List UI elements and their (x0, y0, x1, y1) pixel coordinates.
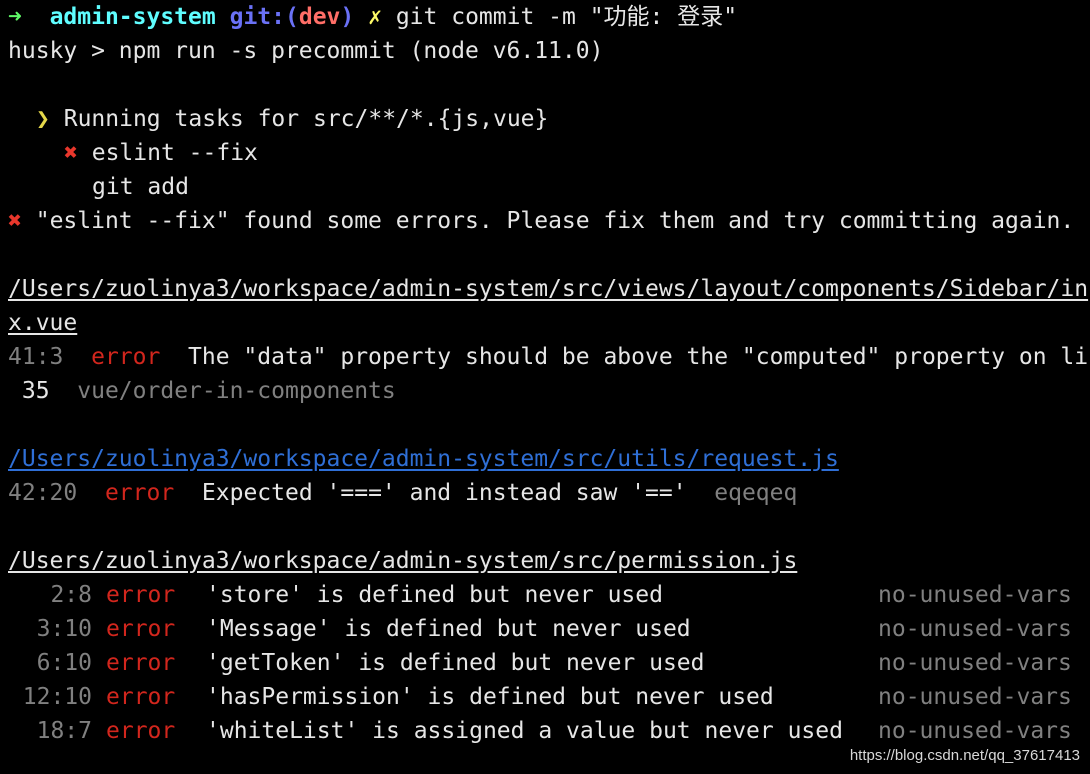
prompt-line: ➜ admin-system git:(dev) ✗ git commit -m… (8, 0, 1090, 34)
git-branch: dev (298, 4, 341, 30)
task-item-label: eslint --fix (91, 140, 258, 166)
file-path[interactable]: /Users/zuolinya3/workspace/admin-system/… (8, 544, 1090, 578)
prompt-arrow-icon: ➜ (8, 4, 22, 30)
error-rule: no-unused-vars (878, 650, 1072, 676)
lint-error-row: 42:20 error Expected '===' and instead s… (8, 476, 1090, 510)
summary-line: ✖ "eslint --fix" found some errors. Plea… (8, 204, 1090, 238)
error-rule: eqeqeq (714, 480, 798, 506)
error-line-continuation: 35 (21, 378, 50, 404)
fail-x-icon: ✖ (8, 208, 22, 234)
file-path-continued[interactable]: x.vue (8, 306, 1090, 340)
fail-x-icon: ✖ (64, 140, 78, 166)
error-message: 'Message' is defined but never used (206, 616, 691, 642)
error-severity: error (106, 650, 176, 676)
error-severity: error (104, 480, 175, 506)
git-dirty-icon: ✗ (368, 4, 382, 30)
file-path-text[interactable]: x.vue (8, 310, 77, 336)
error-rule: no-unused-vars (878, 616, 1072, 642)
lint-error-row: 18:7 error 'whiteList' is assigned a value… (8, 714, 1090, 748)
lint-error-row: 12:10 error 'hasPermission' is defined but… (8, 680, 1090, 714)
summary-message: "eslint --fix" found some errors. Please… (35, 208, 1075, 234)
husky-line: husky > npm run -s precommit (node v6.11… (8, 38, 604, 64)
git-suffix: ) (340, 4, 355, 30)
file-path-text[interactable]: /Users/zuolinya3/workspace/admin-system/… (8, 276, 1088, 302)
watermark: https://blog.csdn.net/qq_37617413 (849, 747, 1080, 764)
error-message: 'whiteList' is assigned a value but neve… (206, 718, 843, 744)
terminal-output: ➜ admin-system git:(dev) ✗ git commit -m… (8, 0, 1090, 748)
error-position: 2:8 (50, 582, 92, 608)
error-position: 12:10 (22, 684, 92, 710)
chevron-right-icon: ❯ (36, 106, 50, 132)
error-position: 41:3 (8, 344, 64, 370)
lint-error-continuation: 35 vue/order-in-components (8, 374, 1090, 408)
lint-error-row: 6:10 error 'getToken' is defined but never… (8, 646, 1090, 680)
prompt-directory: admin-system (49, 4, 216, 30)
error-rule: no-unused-vars (878, 582, 1072, 608)
task-item-git-add: git add (8, 170, 1090, 204)
error-position: 3:10 (36, 616, 92, 642)
error-severity: error (106, 616, 176, 642)
error-rule: no-unused-vars (878, 718, 1072, 744)
task-header: ❯ Running tasks for src/**/*.{js,vue} (8, 102, 1090, 136)
error-position: 18:7 (36, 718, 92, 744)
lint-error-row: 41:3 error The "data" property should be… (8, 340, 1090, 374)
file-path-link[interactable]: /Users/zuolinya3/workspace/admin-system/… (8, 446, 839, 472)
lint-error-row: 2:8 error 'store' is defined but never use… (8, 578, 1090, 612)
error-message: 'store' is defined but never used (206, 582, 663, 608)
error-rule: no-unused-vars (878, 684, 1072, 710)
git-prefix: git:( (229, 4, 299, 30)
task-item-label: git add (92, 174, 189, 200)
task-item-eslint: ✖ eslint --fix (8, 136, 1090, 170)
error-message: Expected '===' and instead saw '==' (201, 480, 687, 506)
error-rule: vue/order-in-components (77, 378, 396, 404)
error-message: 'hasPermission' is defined but never use… (206, 684, 774, 710)
command-text: git commit -m "功能: 登录" (395, 4, 738, 30)
error-severity: error (106, 684, 176, 710)
error-position: 42:20 (8, 480, 78, 506)
file-path[interactable]: /Users/zuolinya3/workspace/admin-system/… (8, 442, 1090, 476)
error-position: 6:10 (36, 650, 92, 676)
file-path[interactable]: /Users/zuolinya3/workspace/admin-system/… (8, 272, 1090, 306)
error-message: The "data" property should be above the … (188, 344, 1089, 370)
task-header-text: Running tasks for src/**/*.{js,vue} (63, 106, 549, 132)
lint-error-row: 3:10 error 'Message' is defined but never … (8, 612, 1090, 646)
error-severity: error (106, 582, 176, 608)
error-message: 'getToken' is defined but never used (206, 650, 705, 676)
error-severity: error (106, 718, 176, 744)
file-path-text[interactable]: /Users/zuolinya3/workspace/admin-system/… (8, 548, 797, 574)
error-severity: error (91, 344, 161, 370)
